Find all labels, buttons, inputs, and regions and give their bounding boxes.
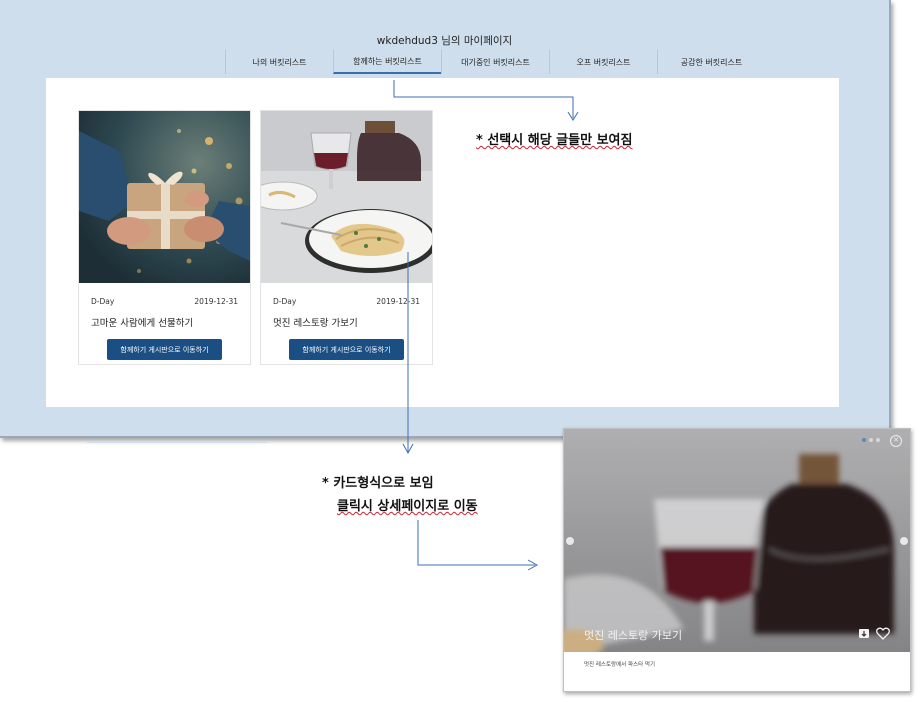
card-list-area: D-Day 2019-12-31 고마운 사람에게 선물하기 함께하기 게시판으… — [46, 78, 839, 407]
username: wkdehdud3 — [376, 35, 438, 47]
arrow-head — [527, 559, 539, 571]
page-title: wkdehdud3 님의 마이페이지 — [0, 33, 889, 48]
tab-off-bucketlist[interactable]: 오프 버킷리스트 — [549, 50, 657, 74]
arrow-head — [402, 443, 414, 455]
gift-photo — [79, 111, 250, 283]
detail-popup: 멋진 레스토랑 가보기 ✕ 멋진 레스토랑에서 파스타 먹기 — [563, 428, 911, 692]
pager-dot[interactable] — [869, 438, 873, 442]
image-pager[interactable] — [862, 438, 880, 442]
arrow-detail — [417, 520, 535, 566]
close-icon[interactable]: ✕ — [890, 435, 902, 447]
annotation-text: 클릭시 상세페이지로 이동 — [337, 499, 478, 514]
wine-photo — [564, 429, 910, 652]
tab-my-bucketlist[interactable]: 나의 버킷리스트 — [225, 50, 333, 74]
card-title: 멋진 레스토랑 가보기 — [273, 318, 358, 329]
annotation-text: * 선택시 해당 글들만 보여짐 — [476, 133, 633, 148]
detail-title: 멋진 레스토랑 가보기 — [584, 629, 683, 642]
bucket-card[interactable]: D-Day 2019-12-31 멋진 레스토랑 가보기 함께하기 게시판으로 … — [260, 110, 433, 365]
go-together-board-button[interactable]: 함께하기 게시판으로 이동하기 — [289, 339, 404, 360]
annotation-card-note-2: 클릭시 상세페이지로 이동 — [337, 495, 478, 514]
detail-hero-image: 멋진 레스토랑 가보기 — [564, 429, 910, 652]
card-dday: D-Day — [273, 297, 297, 306]
tab-together-bucketlist[interactable]: 함께하는 버킷리스트 — [333, 50, 441, 74]
pager-dot[interactable] — [876, 438, 880, 442]
card-image-gift — [79, 111, 250, 283]
page-title-suffix: 님의 마이페이지 — [437, 35, 513, 47]
annotation-card-note-1: * 카드형식으로 보임 — [322, 476, 434, 491]
prev-arrow-icon[interactable] — [566, 537, 574, 545]
card-dday: D-Day — [91, 297, 115, 306]
save-icon[interactable] — [858, 627, 870, 639]
go-together-board-button[interactable]: 함께하기 게시판으로 이동하기 — [107, 339, 222, 360]
next-arrow-icon[interactable] — [900, 537, 908, 545]
card-image-restaurant — [261, 111, 432, 283]
heart-icon[interactable] — [876, 627, 890, 640]
tab-bar: 나의 버킷리스트 함께하는 버킷리스트 대기중인 버킷리스트 오프 버킷리스트 … — [225, 50, 765, 76]
pasta-photo — [261, 111, 432, 283]
mypage-panel: wkdehdud3 님의 마이페이지 나의 버킷리스트 함께하는 버킷리스트 대… — [0, 0, 891, 438]
divider — [87, 441, 267, 443]
annotation-tab-note: * 선택시 해당 글들만 보여짐 — [476, 129, 632, 148]
card-date: 2019-12-31 — [376, 297, 420, 306]
bucket-card[interactable]: D-Day 2019-12-31 고마운 사람에게 선물하기 함께하기 게시판으… — [78, 110, 251, 365]
tab-liked-bucketlist[interactable]: 공감한 버킷리스트 — [657, 50, 765, 74]
detail-description: 멋진 레스토랑에서 파스타 먹기 — [584, 662, 656, 668]
card-title: 고마운 사람에게 선물하기 — [91, 318, 194, 329]
card-date: 2019-12-31 — [194, 297, 238, 306]
pager-dot[interactable] — [862, 438, 866, 442]
tab-waiting-bucketlist[interactable]: 대기중인 버킷리스트 — [441, 50, 549, 74]
